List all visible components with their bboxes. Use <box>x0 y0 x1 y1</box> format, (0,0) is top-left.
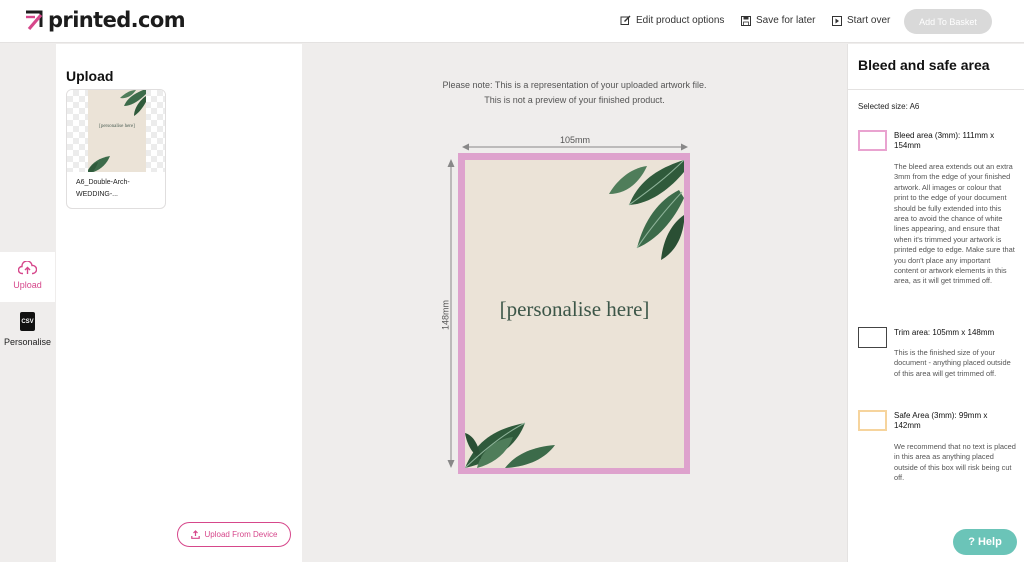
start-over-label: Start over <box>847 15 891 26</box>
thumbnail-leaves-bottom-icon <box>88 156 110 172</box>
trim-area-description: This is the finished size of your docume… <box>894 348 1011 378</box>
start-over-button[interactable]: Start over <box>832 15 890 26</box>
bleed-info-panel: Bleed and safe area Selected size: A6 Bl… <box>847 44 1024 562</box>
safe-area-label: Safe Area (3mm): 99mm x 142mm <box>894 411 988 430</box>
printed-logo[interactable]: printed.com <box>25 8 186 32</box>
csv-icon-text: CSV <box>21 318 34 325</box>
logo-wordmark: printed.com <box>48 8 186 32</box>
selected-size: Selected size: A6 <box>858 102 920 111</box>
cloud-upload-icon <box>18 261 37 275</box>
info-panel-divider <box>848 89 1024 90</box>
leaves-top-right-icon <box>609 160 684 260</box>
rail-upload-tab[interactable]: Upload <box>0 252 55 302</box>
safe-area-swatch <box>858 410 887 431</box>
file-thumbnail: [personalise here] <box>67 90 165 172</box>
edit-product-options-label: Edit product options <box>636 15 725 26</box>
trim-area-label: Trim area: 105mm x 148mm <box>894 328 995 337</box>
height-dimension-label: 148mm <box>440 300 451 331</box>
uploaded-file-card[interactable]: [personalise here] A6_Double-Arch-WEDDIN… <box>66 89 166 209</box>
file-name: A6_Double-Arch-WEDDING-... <box>76 179 130 198</box>
leaves-bottom-left-icon <box>465 422 555 468</box>
upload-panel-title: Upload <box>66 68 114 84</box>
representation-note: Please note: This is a representation of… <box>442 80 707 90</box>
upload-from-device-button[interactable]: Upload From Device <box>177 522 291 547</box>
edit-icon <box>620 15 631 25</box>
start-over-icon <box>832 15 842 26</box>
info-panel-title: Bleed and safe area <box>858 57 990 73</box>
bleed-area-description: The bleed area extends out an extra 3mm … <box>894 162 1015 286</box>
trim-area-swatch <box>858 327 887 348</box>
width-dimension-label: 105mm <box>559 135 590 145</box>
upload-from-device-label: Upload From Device <box>204 530 278 539</box>
top-bar: printed.com Edit product options Save fo… <box>0 0 1024 43</box>
thumbnail-leaves-top-icon <box>120 90 146 116</box>
save-for-later-button[interactable]: Save for later <box>741 15 815 26</box>
save-for-later-label: Save for later <box>756 15 816 26</box>
thumbnail-text: [personalise here] <box>99 124 135 129</box>
bleed-area-swatch <box>858 130 887 151</box>
artwork-preview: [personalise here] <box>465 160 684 468</box>
safe-area-description: We recommend that no text is placed in t… <box>894 442 1016 483</box>
rail-upload-label: Upload <box>13 280 42 290</box>
thumbnail-artwork: [personalise here] <box>88 90 146 172</box>
upload-panel: Upload [personalise here] A6_Double-Arch… <box>56 44 302 562</box>
personalise-placeholder-text[interactable]: [personalise here] <box>465 297 684 322</box>
help-button[interactable]: ? Help <box>953 529 1017 555</box>
logo-mark-icon <box>26 10 43 31</box>
rail-personalise-label: Personalise <box>3 337 52 347</box>
add-to-basket-button[interactable]: Add To Basket <box>904 9 992 34</box>
csv-file-icon: CSV <box>20 312 35 331</box>
upload-icon <box>190 530 200 539</box>
rail-personalise-tab[interactable]: CSV Personalise <box>0 306 55 354</box>
edit-product-options-button[interactable]: Edit product options <box>620 15 724 26</box>
bleed-area-label: Bleed area (3mm): 111mm x 154mm <box>894 131 995 150</box>
save-icon <box>741 15 751 26</box>
not-preview-note: This is not a preview of your finished p… <box>484 95 665 105</box>
